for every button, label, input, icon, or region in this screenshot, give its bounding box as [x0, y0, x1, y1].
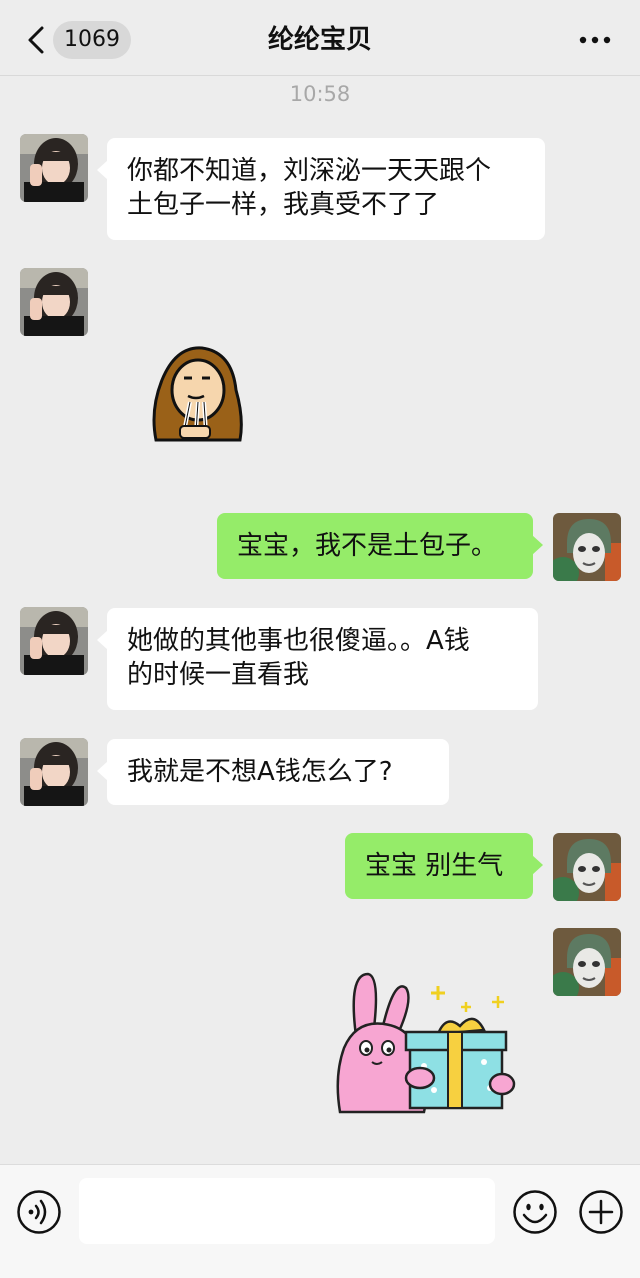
message-text: 我就是不想A钱怎么了? — [127, 757, 393, 787]
message-text-line: 的时候一直看我 — [127, 660, 310, 690]
message-text: 宝宝，我不是土包子。 — [237, 531, 498, 561]
self-avatar[interactable] — [553, 513, 621, 581]
voice-icon[interactable] — [16, 1189, 62, 1235]
self-avatar[interactable] — [553, 928, 621, 996]
message-bubble-incoming[interactable]: 你都不知道，刘深泌一天天跟个 土包子一样，我真受不了了 — [97, 138, 545, 240]
message-text-line: 土包子一样，我真受不了了 — [127, 190, 440, 220]
more-icon[interactable] — [576, 26, 616, 54]
message-bubble-outgoing[interactable]: 宝宝，我不是土包子。 — [217, 513, 543, 579]
unread-count-badge[interactable]: 1069 — [53, 21, 131, 59]
contact-avatar[interactable] — [20, 268, 88, 336]
message-text-line: 你都不知道，刘深泌一天天跟个 — [127, 156, 492, 186]
message-bubble-outgoing[interactable]: 宝宝 别生气 — [345, 833, 543, 899]
message-timestamp: 10:58 — [289, 82, 351, 106]
contact-avatar[interactable] — [20, 134, 88, 202]
sticker-bunny-gift[interactable] — [334, 966, 518, 1116]
message-input[interactable] — [79, 1178, 495, 1244]
sticker-brown-hood-guy[interactable] — [140, 340, 246, 446]
message-text: 宝宝 别生气 — [365, 851, 504, 881]
message-bubble-incoming[interactable]: 我就是不想A钱怎么了? — [97, 739, 449, 805]
self-avatar[interactable] — [553, 833, 621, 901]
plus-icon[interactable] — [578, 1189, 624, 1235]
contact-avatar[interactable] — [20, 738, 88, 806]
message-bubble-incoming[interactable]: 她做的其他事也很傻逼。。A钱 的时候一直看我 — [97, 608, 538, 710]
input-bar — [0, 1164, 640, 1278]
message-text-line: 她做的其他事也很傻逼。。A钱 — [127, 626, 470, 656]
back-icon[interactable] — [22, 24, 52, 56]
emoji-icon[interactable] — [512, 1189, 558, 1235]
chat-header: 1069 纶纶宝贝 — [0, 0, 640, 76]
contact-avatar[interactable] — [20, 607, 88, 675]
